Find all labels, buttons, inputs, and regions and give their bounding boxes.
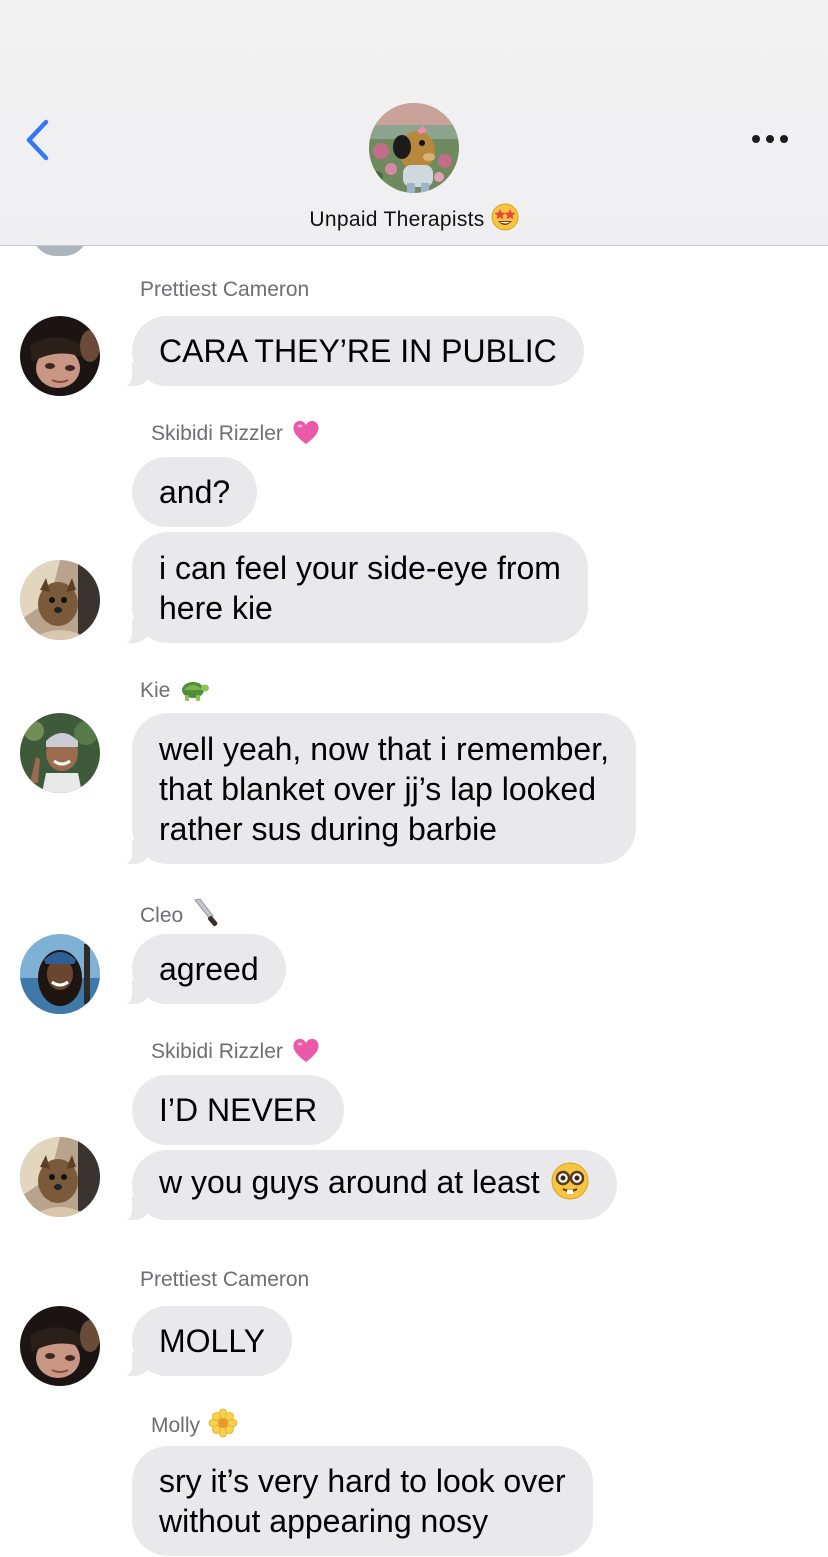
conversation-header: Unpaid Therapists bbox=[0, 0, 828, 246]
turtle-emoji bbox=[178, 675, 210, 709]
avatar-skibidi-rizzler[interactable] bbox=[20, 1137, 100, 1217]
nerd-face-emoji bbox=[550, 1161, 590, 1210]
pink-heart-emoji bbox=[291, 418, 321, 452]
avatar-cleo[interactable] bbox=[20, 934, 100, 1014]
sender-name: Kie bbox=[140, 675, 210, 709]
message-bubble[interactable]: sry it’s very hard to look over without … bbox=[132, 1446, 593, 1556]
message-bubble[interactable]: CARA THEY’RE IN PUBLIC bbox=[114, 316, 584, 387]
message-bubble[interactable]: agreed bbox=[114, 934, 286, 1005]
message-bubble[interactable]: MOLLY bbox=[113, 1306, 293, 1377]
avatar-skibidi-rizzler[interactable] bbox=[20, 560, 100, 640]
message-bubble[interactable]: well yeah, now that i remember, that bla… bbox=[114, 713, 636, 865]
sender-name: Cleo bbox=[140, 896, 223, 934]
group-name[interactable]: Unpaid Therapists bbox=[0, 203, 828, 237]
sender-name: Prettiest Cameron bbox=[140, 1268, 310, 1291]
group-avatar[interactable] bbox=[369, 103, 459, 193]
avatar-kie[interactable] bbox=[20, 713, 100, 793]
sender-name: Molly bbox=[151, 1408, 238, 1444]
sender-name: Skibidi Rizzler bbox=[151, 1036, 321, 1070]
avatar-prettiest-cameron[interactable] bbox=[20, 316, 100, 396]
message-bubble[interactable]: i can feel your side-eye from here kie bbox=[114, 532, 588, 644]
avatar-prettiest-cameron[interactable] bbox=[20, 1306, 100, 1386]
back-button[interactable] bbox=[20, 116, 60, 166]
message-bubble[interactable]: and? bbox=[132, 457, 258, 527]
chevron-left-icon bbox=[26, 119, 49, 161]
sender-name: Skibidi Rizzler bbox=[151, 418, 321, 452]
message-bubble[interactable]: w you guys around at least bbox=[114, 1150, 617, 1221]
sender-name: Prettiest Cameron bbox=[140, 278, 310, 301]
blossom-emoji bbox=[208, 1408, 238, 1444]
kitchen-knife-emoji bbox=[191, 896, 223, 934]
pink-heart-emoji bbox=[291, 1036, 321, 1070]
star-struck-emoji bbox=[491, 203, 519, 237]
message-bubble[interactable]: I’D NEVER bbox=[132, 1075, 345, 1145]
ellipsis-icon bbox=[752, 135, 788, 143]
more-options-button[interactable] bbox=[748, 124, 794, 154]
